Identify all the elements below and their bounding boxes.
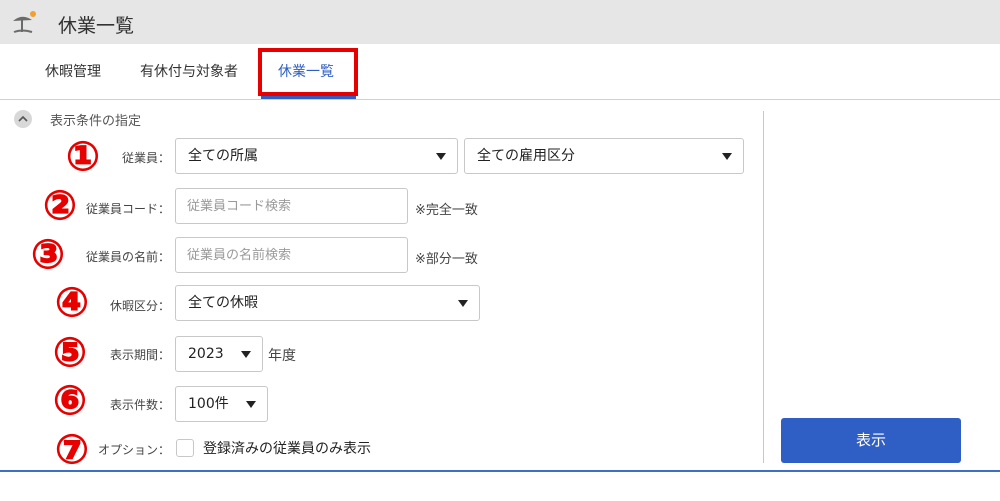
step-number-3: ③	[31, 232, 66, 278]
employee-label: 従業員：	[121, 151, 170, 165]
employee-name-label: 従業員の名前：	[85, 250, 170, 264]
tab-leave-management[interactable]: 休暇管理	[45, 44, 101, 100]
exact-match-note: ※完全一致	[415, 203, 478, 218]
department-select-value: 全ての所属	[188, 148, 258, 164]
leave-type-label: 休暇区分：	[109, 299, 170, 313]
count-select-value: 100件	[188, 396, 229, 412]
option-label: オプション：	[97, 443, 170, 457]
bottom-divider	[0, 470, 1000, 472]
chevron-down-icon	[458, 300, 468, 307]
step-number-6: ⑥	[53, 378, 88, 424]
chevron-down-icon	[246, 401, 256, 408]
employee-name-input[interactable]	[175, 237, 408, 273]
panel-divider	[763, 111, 764, 463]
step-number-5: ⑤	[53, 330, 88, 376]
page-title: 休業一覧	[58, 15, 135, 37]
department-select[interactable]: 全ての所属	[175, 138, 458, 174]
collapse-icon[interactable]	[14, 110, 32, 128]
chevron-down-icon	[436, 153, 446, 160]
leave-type-select-value: 全ての休暇	[188, 295, 258, 311]
period-label: 表示期間：	[109, 348, 170, 362]
partial-match-note: ※部分一致	[415, 252, 478, 267]
step-number-4: ④	[55, 280, 90, 326]
tab-highlight-box	[258, 48, 358, 96]
employment-type-select[interactable]: 全ての雇用区分	[464, 138, 744, 174]
active-tab-indicator	[261, 96, 356, 99]
tab-bar: 休暇管理 有休付与対象者 休業一覧	[0, 44, 1000, 100]
registered-only-checkbox[interactable]	[176, 439, 194, 457]
fiscal-year-suffix: 年度	[268, 348, 296, 364]
step-number-7: ⑦	[55, 427, 90, 473]
period-select[interactable]: 2023	[175, 336, 263, 372]
period-select-value: 2023	[188, 346, 224, 362]
leave-type-select[interactable]: 全ての休暇	[175, 285, 480, 321]
section-title: 表示条件の指定	[50, 114, 142, 129]
beach-umbrella-icon	[13, 11, 36, 33]
count-label: 表示件数：	[109, 398, 170, 412]
employment-type-select-value: 全ての雇用区分	[477, 148, 575, 164]
chevron-down-icon	[722, 153, 732, 160]
title-bar: 休業一覧	[0, 0, 1000, 44]
registered-only-label[interactable]: 登録済みの従業員のみ表示	[203, 438, 371, 458]
count-select[interactable]: 100件	[175, 386, 268, 422]
show-button[interactable]: 表示	[781, 418, 961, 463]
chevron-down-icon	[241, 351, 251, 358]
employee-code-input[interactable]	[175, 188, 408, 224]
employee-code-label: 従業員コード：	[85, 202, 170, 216]
tab-paid-leave-eligible[interactable]: 有休付与対象者	[140, 44, 238, 100]
